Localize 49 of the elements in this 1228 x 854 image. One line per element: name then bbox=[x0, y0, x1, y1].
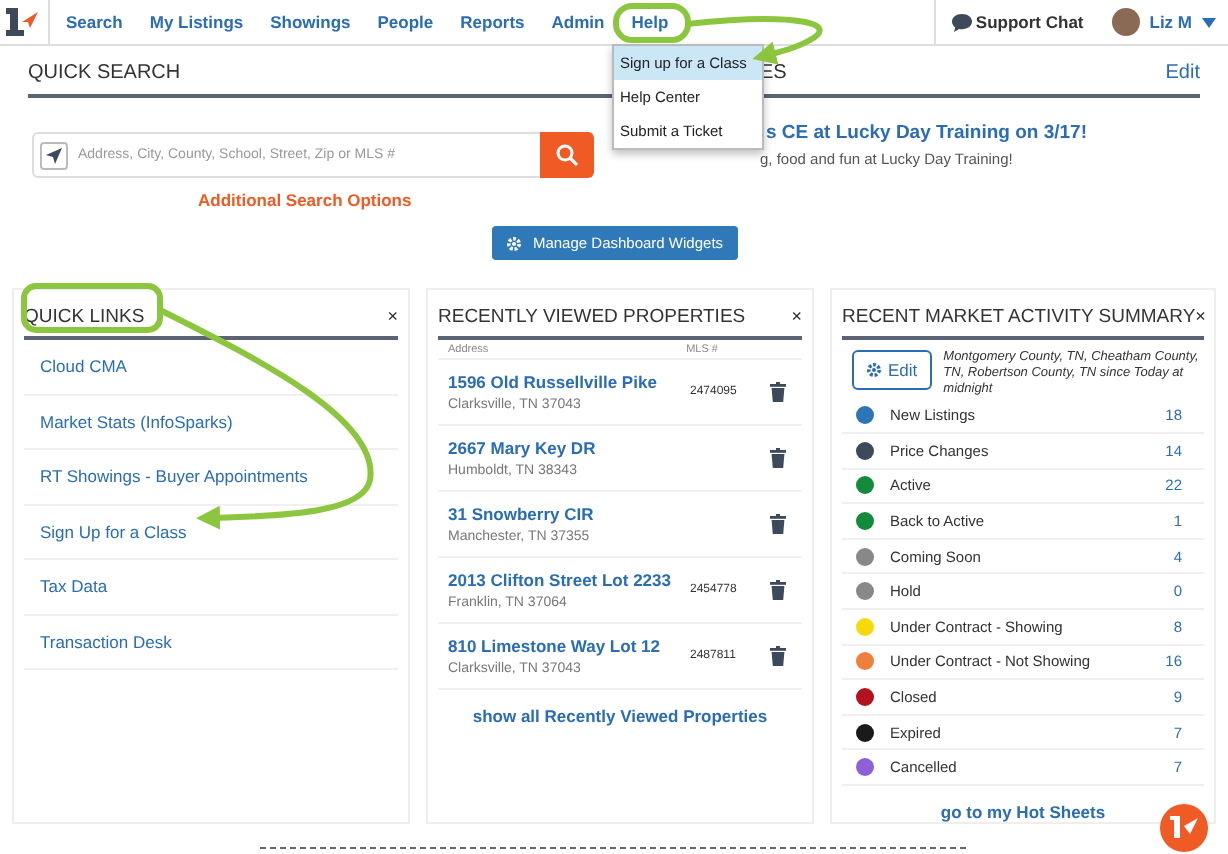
user-menu[interactable]: Liz M bbox=[1149, 12, 1192, 32]
property-address-link[interactable]: 2667 Mary Key DR bbox=[448, 438, 690, 458]
quick-link[interactable]: Tax Data bbox=[24, 560, 398, 615]
chat-icon bbox=[951, 13, 972, 31]
update-headline[interactable]: s CE at Lucky Day Training on 3/17! bbox=[766, 122, 1200, 144]
logo-button[interactable] bbox=[1160, 804, 1208, 852]
panel-title: RECENT MARKET ACTIVITY SUMMARY bbox=[842, 305, 1196, 327]
nav-link[interactable]: Search bbox=[66, 12, 123, 32]
nav-link[interactable]: Showings bbox=[270, 12, 351, 32]
trash-icon[interactable] bbox=[770, 580, 786, 600]
quick-link[interactable]: RT Showings - Buyer Appointments bbox=[24, 450, 398, 505]
nav-link[interactable]: Reports bbox=[460, 12, 525, 32]
highlight-ring bbox=[613, 3, 691, 43]
trash-icon[interactable] bbox=[770, 514, 786, 534]
quick-link[interactable]: Market Stats (InfoSparks) bbox=[24, 395, 398, 450]
search-options-link[interactable]: Additional Search Options bbox=[198, 190, 594, 210]
property-address-link[interactable]: 1596 Old Russellville Pike bbox=[448, 372, 690, 392]
close-button[interactable]: × bbox=[791, 306, 802, 326]
logo-icon[interactable] bbox=[4, 4, 40, 40]
trash-icon[interactable] bbox=[770, 382, 786, 402]
trash-icon[interactable] bbox=[770, 646, 786, 666]
caret-icon[interactable] bbox=[1202, 17, 1216, 27]
show-all-link[interactable]: show all Recently Viewed Properties bbox=[472, 706, 768, 726]
support-chat-link[interactable]: Support Chat bbox=[975, 12, 1084, 32]
close-button[interactable]: × bbox=[387, 306, 398, 326]
nav-link[interactable]: Help bbox=[631, 12, 669, 32]
hot-sheets-link[interactable]: go to my Hot Sheets bbox=[940, 801, 1106, 822]
edit-link[interactable]: Edit bbox=[1165, 62, 1200, 86]
trash-icon[interactable] bbox=[770, 448, 786, 468]
edit-button[interactable]: Edit bbox=[852, 350, 932, 390]
property-address-link[interactable]: 810 Limestone Way Lot 12 bbox=[448, 636, 690, 656]
avatar-icon[interactable] bbox=[1111, 8, 1140, 36]
quick-link[interactable]: Cloud CMA bbox=[24, 340, 398, 395]
highlight-ring bbox=[21, 283, 163, 333]
nav-link[interactable]: Admin bbox=[551, 12, 605, 32]
gear-icon bbox=[866, 362, 882, 378]
nav-link[interactable]: My Listings bbox=[149, 12, 244, 32]
panel-title: RECENTLY VIEWED PROPERTIES bbox=[438, 305, 746, 327]
search-icon bbox=[556, 144, 578, 166]
nav-link[interactable]: People bbox=[377, 12, 434, 32]
close-button[interactable]: × bbox=[1195, 306, 1206, 326]
property-address-link[interactable]: 31 Snowberry CIR bbox=[448, 504, 690, 524]
quick-link[interactable]: Transaction Desk bbox=[24, 615, 398, 670]
gear-icon bbox=[506, 235, 523, 251]
quick-link[interactable]: Sign Up for a Class bbox=[24, 505, 398, 560]
property-address-link[interactable]: 2013 Clifton Street Lot 2233 bbox=[448, 570, 690, 590]
section-title: QUICK SEARCH bbox=[28, 62, 181, 86]
search-button[interactable] bbox=[540, 132, 594, 178]
location-arrow-icon[interactable] bbox=[40, 141, 68, 169]
